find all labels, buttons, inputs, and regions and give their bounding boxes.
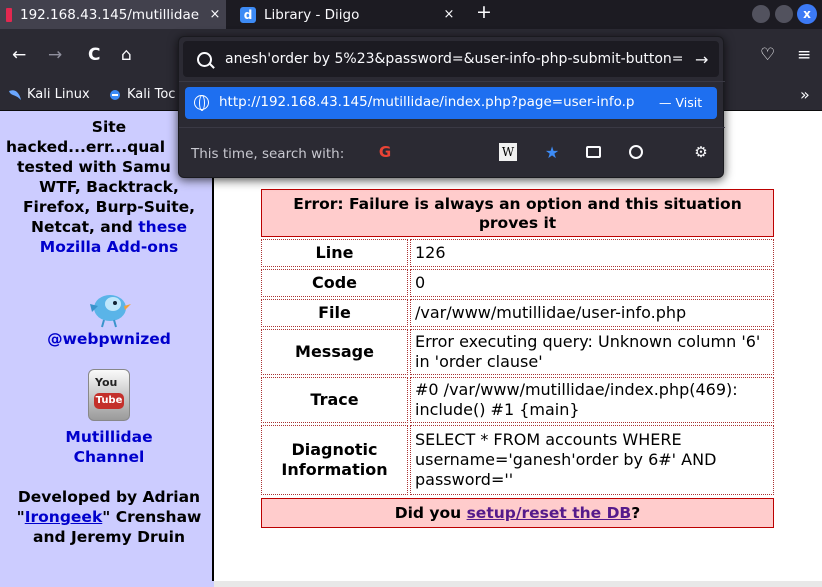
globe-icon bbox=[194, 95, 209, 111]
error-value: /var/www/mutillidae/user-info.php bbox=[410, 299, 774, 327]
bookmarks-overflow-button[interactable]: » bbox=[800, 85, 810, 104]
twitter-link[interactable]: @webpwnized bbox=[4, 329, 214, 349]
diigo-favicon-icon: d bbox=[240, 6, 256, 23]
back-button[interactable]: ← bbox=[12, 45, 26, 65]
maximize-button[interactable] bbox=[775, 5, 793, 23]
error-footer: Did you setup/reset the DB? bbox=[261, 498, 774, 528]
bookmark-kali-linux[interactable]: Kali Linux bbox=[8, 87, 90, 102]
pocket-icon[interactable]: ♡ bbox=[760, 45, 775, 65]
kali-dragon-icon bbox=[8, 89, 22, 101]
tabs-icon[interactable] bbox=[584, 143, 602, 161]
error-value: SELECT * FROM accounts WHERE username='g… bbox=[410, 425, 774, 495]
dev-text: " Crenshaw bbox=[102, 508, 202, 526]
channel-text: Channel bbox=[73, 448, 145, 466]
twitter-bird-icon[interactable] bbox=[86, 288, 132, 328]
url-suggestion[interactable]: http://192.168.43.145/mutillidae/index.p… bbox=[185, 87, 717, 119]
minimize-button[interactable] bbox=[752, 5, 770, 23]
error-row-trace: Trace #0 /var/www/mutillidae/index.php(4… bbox=[261, 377, 774, 423]
tab-strip: 192.168.43.145/mutillidae × d Library - … bbox=[0, 0, 822, 29]
wikipedia-icon[interactable]: W bbox=[499, 143, 517, 161]
google-icon[interactable]: G bbox=[376, 143, 394, 161]
new-tab-button[interactable]: + bbox=[476, 1, 492, 23]
sidebar-text: Netcat, and these bbox=[4, 217, 214, 237]
these-link[interactable]: these bbox=[138, 218, 187, 236]
history-clock-icon[interactable] bbox=[627, 143, 645, 161]
page-content: Site hacked...err...qual tested with Sam… bbox=[0, 111, 822, 587]
sidebar: Site hacked...err...qual tested with Sam… bbox=[0, 111, 214, 581]
error-key: Trace bbox=[261, 377, 408, 423]
sidebar-text: WTF, Backtrack, bbox=[39, 178, 179, 196]
error-key: File bbox=[261, 299, 408, 327]
bookmark-kali-tools[interactable]: Kali Toc bbox=[108, 87, 175, 102]
tab-title: 192.168.43.145/mutillidae bbox=[20, 6, 200, 23]
error-value: Error executing query: Unknown column '6… bbox=[410, 329, 774, 375]
url-input[interactable]: anesh'order by 5%23&password=&user-info-… bbox=[183, 41, 719, 77]
go-arrow-icon[interactable]: → bbox=[695, 50, 708, 69]
mozilla-addons-link[interactable]: Mozilla Add-ons bbox=[4, 237, 214, 257]
sidebar-bottom bbox=[0, 581, 214, 587]
error-key: Code bbox=[261, 269, 408, 297]
mutillidae-channel-link[interactable]: Mutillidae Channel bbox=[4, 427, 214, 467]
dev-text: "Irongeek" Crenshaw bbox=[4, 507, 214, 527]
bookmarks-star-icon[interactable]: ★ bbox=[543, 143, 561, 162]
suggestion-url: http://192.168.43.145/mutillidae/index.p… bbox=[219, 94, 635, 110]
footer-text: ? bbox=[631, 504, 641, 522]
search-icon bbox=[197, 52, 212, 67]
error-key: Diagnotic Information bbox=[261, 425, 408, 495]
error-row-diagnostic: Diagnotic Information SELECT * FROM acco… bbox=[261, 425, 774, 495]
kali-favicon-icon bbox=[6, 7, 12, 22]
bookmark-label: Kali Toc bbox=[127, 87, 176, 102]
irongeek-link[interactable]: Irongeek bbox=[25, 508, 103, 526]
page-bottom-strip bbox=[214, 581, 822, 587]
error-row-line: Line 126 bbox=[261, 239, 774, 267]
window-close-button[interactable]: x bbox=[797, 4, 817, 24]
menu-button[interactable]: ≡ bbox=[797, 45, 811, 65]
error-header: Error: Failure is always an option and t… bbox=[261, 189, 774, 237]
bookmark-label: Kali Linux bbox=[27, 87, 90, 102]
setup-reset-db-link[interactable]: setup/reset the DB bbox=[467, 504, 632, 522]
home-button[interactable]: ⌂ bbox=[121, 45, 132, 65]
youtube-icon[interactable]: You Tube bbox=[88, 369, 130, 421]
sidebar-text: Firefox, Burp-Suite, bbox=[22, 198, 196, 216]
search-with-label: This time, search with: bbox=[191, 146, 345, 162]
tab-mutillidae[interactable]: 192.168.43.145/mutillidae × bbox=[0, 0, 226, 29]
urlbar-dropdown: anesh'order by 5%23&password=&user-info-… bbox=[178, 36, 725, 178]
dev-text: and Jeremy Druin bbox=[33, 528, 185, 546]
dev-text: Developed by Adrian bbox=[17, 488, 201, 506]
dev-text: " bbox=[16, 508, 25, 526]
channel-text: Mutillidae bbox=[65, 428, 153, 446]
developer-credits: Developed by Adrian "Irongeek" Crenshaw … bbox=[4, 487, 214, 547]
error-row-code: Code 0 bbox=[261, 269, 774, 297]
sidebar-text: Netcat, and bbox=[31, 218, 133, 236]
error-row-message: Message Error executing query: Unknown c… bbox=[261, 329, 774, 375]
tab-close-icon[interactable]: × bbox=[438, 7, 460, 22]
tab-diigo[interactable]: d Library - Diigo × bbox=[232, 0, 460, 29]
url-input-text[interactable]: anesh'order by 5%23&password=&user-info-… bbox=[225, 51, 685, 67]
error-key: Line bbox=[261, 239, 408, 267]
gear-icon[interactable]: ⚙ bbox=[692, 143, 710, 161]
reload-button[interactable]: C bbox=[88, 45, 100, 65]
youtube-you-text: You bbox=[95, 376, 118, 389]
youtube-tube-text: Tube bbox=[94, 393, 124, 409]
error-value: 0 bbox=[410, 269, 774, 297]
error-row-file: File /var/www/mutillidae/user-info.php bbox=[261, 299, 774, 327]
kali-tools-icon bbox=[108, 89, 122, 101]
divider bbox=[179, 127, 725, 128]
error-value: 126 bbox=[410, 239, 774, 267]
forward-button[interactable]: → bbox=[48, 45, 62, 65]
tab-close-icon[interactable]: × bbox=[204, 7, 226, 22]
error-value: #0 /var/www/mutillidae/index.php(469): i… bbox=[410, 377, 774, 423]
divider bbox=[179, 81, 725, 82]
tab-title: Library - Diigo bbox=[264, 6, 360, 23]
error-key: Message bbox=[261, 329, 408, 375]
footer-text: Did you bbox=[394, 504, 467, 522]
visit-label: — Visit bbox=[659, 95, 703, 110]
